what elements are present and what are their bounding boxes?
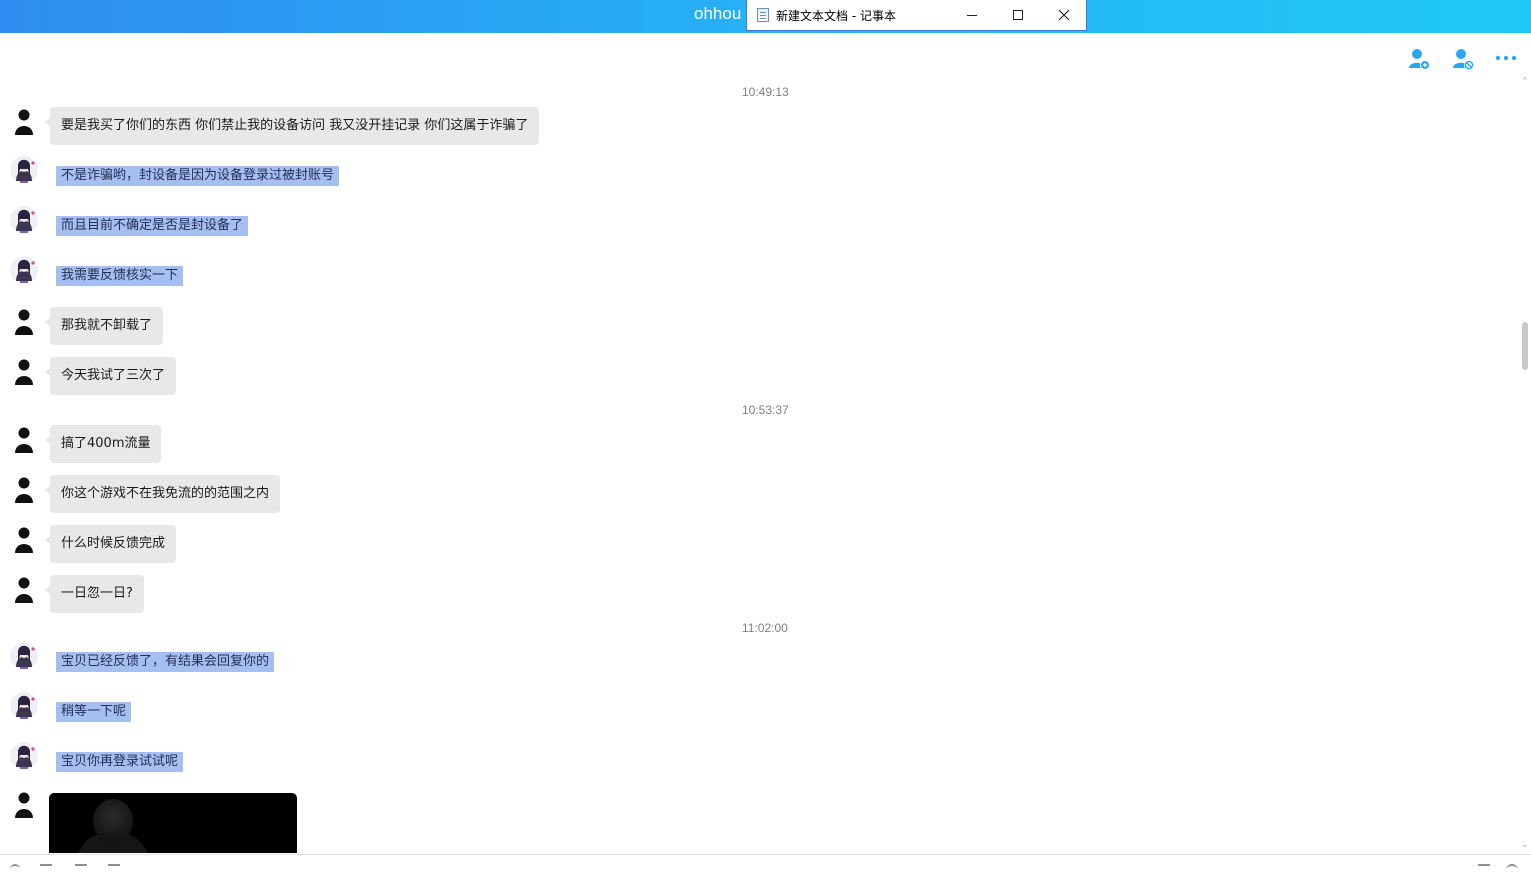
maximize-icon bbox=[1013, 10, 1023, 20]
minimize-button[interactable] bbox=[949, 0, 995, 30]
message-bubble[interactable]: 什么时候反馈完成 bbox=[44, 525, 177, 563]
add-contact-button[interactable] bbox=[1407, 47, 1431, 71]
close-button[interactable] bbox=[1041, 0, 1087, 30]
list-item: 宝贝你再登录试试呢 bbox=[0, 742, 1500, 783]
scrollbar-thumb[interactable] bbox=[1522, 322, 1528, 370]
list-item: 宝贝已经反馈了，有结果会回复你的 bbox=[0, 642, 1500, 683]
customer-avatar bbox=[15, 477, 33, 503]
list-item: 而且目前不确定是否是封设备了 bbox=[0, 206, 1500, 247]
file-icon[interactable] bbox=[108, 864, 120, 874]
message-bubble[interactable]: 搞了400m流量 bbox=[44, 425, 162, 463]
scroll-up-arrow[interactable]: ⌃ bbox=[1521, 77, 1529, 87]
add-contact-icon bbox=[1409, 49, 1430, 70]
scissors-icon[interactable] bbox=[75, 864, 87, 874]
customer-avatar bbox=[15, 359, 33, 385]
customer-avatar bbox=[15, 527, 33, 553]
customer-avatar bbox=[15, 427, 33, 453]
customer-avatar bbox=[15, 309, 33, 335]
image-icon[interactable] bbox=[40, 864, 52, 874]
emoji-icon[interactable] bbox=[10, 864, 20, 874]
message-bubble[interactable]: 宝贝你再登录试试呢 bbox=[56, 752, 184, 772]
help-icon[interactable] bbox=[1506, 864, 1518, 874]
agent-avatar bbox=[10, 742, 38, 770]
list-item: 要是我买了你们的东西 你们禁止我的设备访问 我又没开挂记录 你们这属于诈骗了 bbox=[0, 107, 1500, 147]
history-icon[interactable] bbox=[1478, 864, 1490, 874]
input-toolbar bbox=[0, 854, 1531, 868]
list-item: 搞了400m流量 bbox=[0, 425, 1500, 465]
list-item: 那我就不卸载了 bbox=[0, 307, 1500, 347]
maximize-button[interactable] bbox=[995, 0, 1041, 30]
block-contact-button[interactable] bbox=[1451, 47, 1475, 71]
minimize-icon bbox=[967, 14, 977, 16]
message-bubble[interactable]: 稍等一下呢 bbox=[56, 702, 132, 722]
list-item: 稍等一下呢 bbox=[0, 692, 1500, 733]
list-item: 不是诈骗哟，封设备是因为设备登录过被封账号 bbox=[0, 156, 1500, 197]
image-content-face bbox=[93, 799, 133, 843]
more-icon bbox=[1495, 55, 1517, 61]
message-bubble[interactable]: 而且目前不确定是否是封设备了 bbox=[56, 216, 249, 236]
message-bubble[interactable]: 你这个游戏不在我免流的的范围之内 bbox=[44, 475, 281, 513]
agent-avatar bbox=[10, 692, 38, 720]
message-bubble[interactable]: 一日忽一日? bbox=[45, 575, 144, 613]
list-item: 我需要反馈核实一下 bbox=[0, 256, 1500, 297]
scroll-down-arrow[interactable]: ⌄ bbox=[1521, 840, 1529, 850]
list-item: 你这个游戏不在我免流的的范围之内 bbox=[0, 475, 1500, 515]
image-message[interactable] bbox=[49, 793, 297, 853]
agent-avatar bbox=[10, 256, 38, 284]
close-icon bbox=[1058, 9, 1070, 21]
agent-avatar bbox=[10, 642, 38, 670]
more-button[interactable] bbox=[1494, 47, 1518, 71]
customer-avatar bbox=[15, 792, 33, 818]
notepad-title: 新建文本文档 - 记事本 bbox=[776, 9, 896, 23]
message-bubble[interactable]: 不是诈骗哟，封设备是因为设备登录过被封账号 bbox=[56, 166, 340, 186]
list-item: 什么时候反馈完成 bbox=[0, 525, 1500, 565]
message-bubble[interactable]: 宝贝已经反馈了，有结果会回复你的 bbox=[56, 652, 275, 672]
list-item: 今天我试了三次了 bbox=[0, 357, 1500, 397]
app-title: ohhou bbox=[694, 4, 742, 23]
agent-avatar bbox=[10, 156, 38, 184]
notepad-window[interactable]: 新建文本文档 - 记事本 bbox=[746, 0, 1087, 31]
customer-avatar bbox=[15, 577, 33, 603]
customer-avatar bbox=[15, 109, 33, 135]
message-bubble[interactable]: 要是我买了你们的东西 你们禁止我的设备访问 我又没开挂记录 你们这属于诈骗了 bbox=[44, 107, 540, 145]
message-bubble[interactable]: 今天我试了三次了 bbox=[44, 357, 177, 395]
notepad-icon bbox=[757, 8, 769, 22]
agent-avatar bbox=[10, 206, 38, 234]
message-bubble[interactable]: 我需要反馈核实一下 bbox=[56, 266, 184, 286]
block-contact-icon bbox=[1453, 49, 1474, 70]
message-bubble[interactable]: 那我就不卸载了 bbox=[44, 307, 164, 345]
list-item: 一日忽一日? bbox=[0, 575, 1500, 615]
